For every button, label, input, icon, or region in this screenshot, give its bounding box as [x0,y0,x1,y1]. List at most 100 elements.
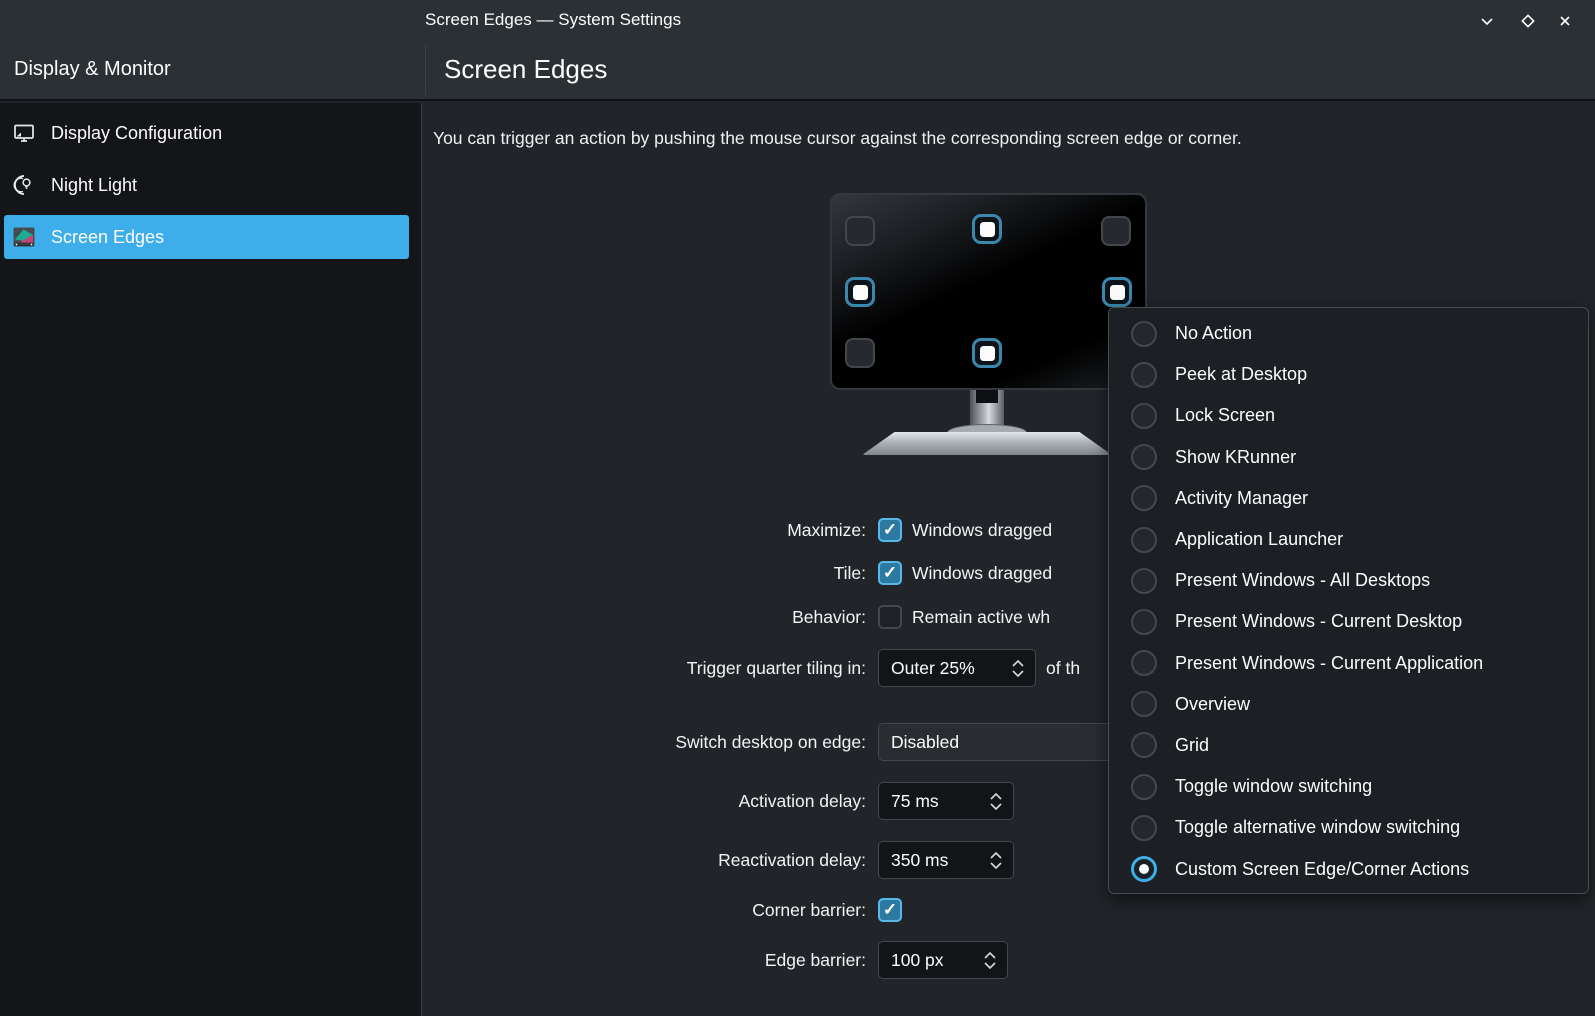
spin-up-icon [990,792,1002,800]
monitor-stand-base [862,432,1112,455]
header-row: Display & Monitor Screen Edges [0,40,1595,99]
spin-down-icon [990,802,1002,810]
edge-button-bottom-center[interactable] [972,338,1002,368]
menu-item-toggle-window-switching[interactable]: Toggle window switching [1109,766,1588,807]
menu-item-label: Present Windows - All Desktops [1175,570,1431,591]
titlebar[interactable]: Screen Edges — System Settings [0,0,1595,40]
spinbox-arrows[interactable] [973,792,1003,811]
radio-button[interactable] [1131,856,1157,883]
sidebar-item-night-light[interactable]: Night Light [4,163,409,207]
spinbox-value: 100 px [891,949,944,970]
display-icon [12,121,36,145]
sidebar-item-screen-edges[interactable]: Screen Edges [4,215,409,259]
page-title: Screen Edges [444,54,608,84]
menu-item-grid[interactable]: Grid [1109,725,1588,766]
radio-button[interactable] [1131,485,1157,512]
menu-item-label: Overview [1175,693,1251,714]
menu-item-label: Toggle alternative window switching [1175,817,1461,838]
menu-item-activity-manager[interactable]: Activity Manager [1109,478,1588,519]
diamond-icon [1521,14,1535,28]
menu-item-label: Show KRunner [1175,446,1297,467]
spinbox-arrows[interactable] [967,951,997,970]
form-row-edge-barrier: Edge barrier: 100 px [422,941,1595,979]
menu-item-label: No Action [1175,323,1253,344]
close-button[interactable] [1552,8,1578,34]
radio-button[interactable] [1131,402,1157,429]
spinbox-arrows[interactable] [995,659,1025,678]
corner-barrier-checkbox[interactable] [878,898,902,922]
sidebar-section-title: Display & Monitor [14,58,171,80]
radio-button[interactable] [1131,444,1157,471]
radio-button[interactable] [1131,567,1157,594]
radio-button[interactable] [1131,732,1157,759]
radio-button[interactable] [1131,814,1157,841]
monitor-stand-notch [976,390,998,403]
edge-button-top-center[interactable] [972,214,1002,244]
edge-button-top-left[interactable] [845,216,875,246]
activation-delay-spinbox[interactable]: 75 ms [878,782,1014,820]
spin-up-icon [990,851,1002,859]
edge-button-middle-left[interactable] [845,277,875,307]
edge-button-top-right[interactable] [1101,216,1131,246]
field-label: Tile: [833,562,866,583]
checkbox-description: Remain active wh [912,606,1051,627]
intro-text: You can trigger an action by pushing the… [433,128,1242,148]
spin-down-icon [984,961,996,969]
radio-button[interactable] [1131,608,1157,635]
menu-item-no-action[interactable]: No Action [1109,313,1588,354]
edge-button-middle-right[interactable] [1102,277,1132,307]
spin-up-icon [984,951,996,959]
menu-item-label: Toggle window switching [1175,776,1373,797]
menu-item-application-launcher[interactable]: Application Launcher [1109,519,1588,560]
switch-desktop-combobox[interactable]: Disabled [878,723,1134,761]
window-chrome: Screen Edges — System Settings Display &… [0,0,1595,101]
radio-button[interactable] [1131,526,1157,553]
combobox-value: Disabled [891,731,960,752]
field-label: Trigger quarter tiling in: [686,657,866,678]
screen-edges-icon [12,225,36,249]
quarter-tiling-spinbox[interactable]: Outer 25% [878,649,1036,687]
chevron-down-icon [1481,18,1493,26]
menu-item-present-windows-all-desktops[interactable]: Present Windows - All Desktops [1109,560,1588,601]
checkbox-description: Windows dragged [912,562,1053,583]
behavior-checkbox[interactable] [878,605,902,629]
spin-down-icon [1012,669,1024,677]
edge-barrier-spinbox[interactable]: 100 px [878,941,1008,979]
menu-item-label: Peek at Desktop [1175,364,1308,385]
sidebar-item-label: Display Configuration [51,122,223,143]
radio-button[interactable] [1131,650,1157,677]
field-label: Maximize: [787,519,866,540]
tile-checkbox[interactable] [878,561,902,585]
radio-button[interactable] [1131,691,1157,718]
radio-button[interactable] [1131,320,1157,347]
header-divider [425,45,426,95]
menu-item-present-windows-current-desktop[interactable]: Present Windows - Current Desktop [1109,601,1588,642]
edge-button-bottom-left[interactable] [845,338,875,368]
checkbox-description: Windows dragged [912,519,1053,540]
menu-item-toggle-alternative-window-switching[interactable]: Toggle alternative window switching [1109,807,1588,848]
spinbox-value: 350 ms [891,849,949,870]
menu-item-present-windows-current-application[interactable]: Present Windows - Current Application [1109,643,1588,684]
close-icon [1560,16,1570,26]
field-label: Activation delay: [738,790,866,811]
menu-item-custom-screen-edge-corner-actions[interactable]: Custom Screen Edge/Corner Actions [1109,848,1588,889]
field-label: Edge barrier: [764,949,866,970]
menu-item-show-krunner[interactable]: Show KRunner [1109,437,1588,478]
reactivation-delay-spinbox[interactable]: 350 ms [878,841,1014,879]
spin-up-icon [1012,659,1024,667]
spinbox-value: 75 ms [891,790,939,811]
maximize-checkbox[interactable] [878,518,902,542]
menu-item-label: Present Windows - Current Application [1175,652,1484,673]
menu-item-lock-screen[interactable]: Lock Screen [1109,395,1588,436]
field-label: Reactivation delay: [718,849,866,870]
menu-item-overview[interactable]: Overview [1109,684,1588,725]
menu-item-peek-at-desktop[interactable]: Peek at Desktop [1109,354,1588,395]
field-label: Behavior: [792,606,866,627]
maximize-button[interactable] [1515,8,1541,34]
radio-button[interactable] [1131,361,1157,388]
spinbox-arrows[interactable] [973,851,1003,870]
sidebar-item-display-configuration[interactable]: Display Configuration [4,111,409,155]
radio-button[interactable] [1131,773,1157,800]
field-label: Switch desktop on edge: [675,731,866,752]
minimize-button[interactable] [1474,8,1500,34]
